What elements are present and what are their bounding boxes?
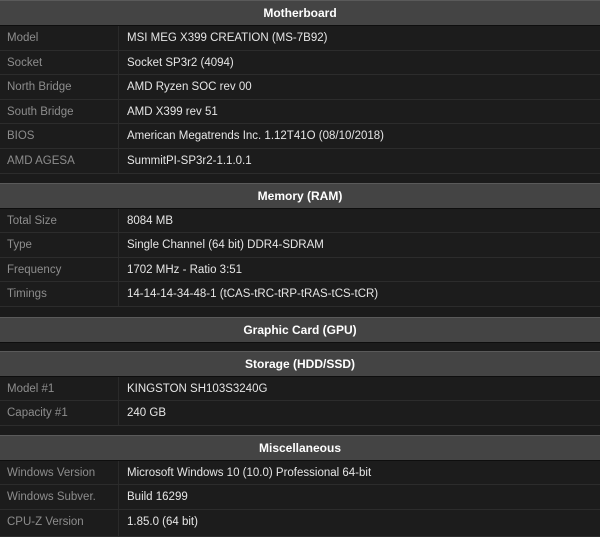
section-header-memory: Memory (RAM) [0,183,600,209]
column-divider [118,149,119,173]
row-value: MSI MEG X399 CREATION (MS-7B92) [127,32,328,44]
row-value: 8084 MB [127,214,174,227]
row-value: American Megatrends Inc. 1.12T41O (08/10… [127,130,384,143]
row-value: Single Channel (64 bit) DDR4-SDRAM [127,239,324,252]
row-label: Type [7,239,32,252]
column-divider [118,124,119,148]
section-header-miscellaneous: Miscellaneous [0,435,600,461]
column-divider [118,485,119,509]
row-value: Socket SP3r2 (4094) [127,56,234,69]
section-header-motherboard: Motherboard [0,0,600,26]
column-divider [118,75,119,99]
row-label: AMD AGESA [7,155,75,167]
section-header-storage: Storage (HDD/SSD) [0,351,600,377]
row-label: Model #1 [7,382,55,395]
row-value: AMD X399 rev 51 [127,105,218,118]
info-row-total-size: Total Size 8084 MB [0,208,600,234]
info-row-windows-subversion: Windows Subver. Build 16299 [0,485,600,510]
row-label: Windows Version [7,466,96,479]
info-row-capacity-1: Capacity #1 240 GB [0,401,600,426]
row-value: SummitPI-SP3r2-1.1.0.1 [127,155,252,167]
row-value: 1702 MHz - Ratio 3:51 [127,263,243,276]
row-label: Frequency [7,263,62,276]
info-row-windows-version: Windows Version Microsoft Windows 10 (10… [0,460,600,486]
column-divider [118,257,119,282]
row-label: Total Size [7,214,57,227]
row-value: 1.85.0 (64 bit) [127,515,198,528]
info-row-north-bridge: North Bridge AMD Ryzen SOC rev 00 [0,75,600,100]
column-divider [118,460,119,485]
row-label: BIOS [7,130,35,143]
info-row-cpu-z-version: CPU-Z Version 1.85.0 (64 bit) [0,509,600,537]
column-divider [118,99,119,124]
row-value: Microsoft Windows 10 (10.0) Professional… [127,466,372,479]
column-divider [118,26,119,50]
column-divider [118,282,119,306]
row-value: AMD Ryzen SOC rev 00 [127,81,252,94]
section-header-graphic-card: Graphic Card (GPU) [0,317,600,343]
info-row-south-bridge: South Bridge AMD X399 rev 51 [0,99,600,125]
row-value: KINGSTON SH103S3240G [127,382,268,395]
info-row-timings: Timings 14-14-14-34-48-1 (tCAS-tRC-tRP-t… [0,282,600,307]
row-label: Model [7,32,39,44]
column-divider [118,208,119,233]
row-value: 14-14-14-34-48-1 (tCAS-tRC-tRP-tRAS-tCS-… [127,288,379,301]
info-row-model-1: Model #1 KINGSTON SH103S3240G [0,376,600,402]
info-row-socket: Socket Socket SP3r2 (4094) [0,50,600,76]
row-label: South Bridge [7,105,74,118]
row-label: CPU-Z Version [7,515,84,528]
column-divider [118,376,119,401]
info-row-frequency: Frequency 1702 MHz - Ratio 3:51 [0,257,600,283]
row-label: North Bridge [7,81,72,94]
row-value: Build 16299 [127,491,188,504]
row-label: Socket [7,56,43,69]
info-row-bios: BIOS American Megatrends Inc. 1.12T41O (… [0,124,600,149]
info-row-model: Model MSI MEG X399 CREATION (MS-7B92) [0,26,600,51]
column-divider [118,401,119,425]
column-divider [118,50,119,75]
row-value: 240 GB [127,407,166,420]
info-row-type: Type Single Channel (64 bit) DDR4-SDRAM [0,233,600,258]
row-label: Capacity #1 [7,407,68,420]
column-divider [118,233,119,257]
row-label: Windows Subver. [7,491,96,504]
info-row-amd-agesa: AMD AGESA SummitPI-SP3r2-1.1.0.1 [0,149,600,174]
column-divider [118,509,119,536]
row-label: Timings [7,288,47,301]
